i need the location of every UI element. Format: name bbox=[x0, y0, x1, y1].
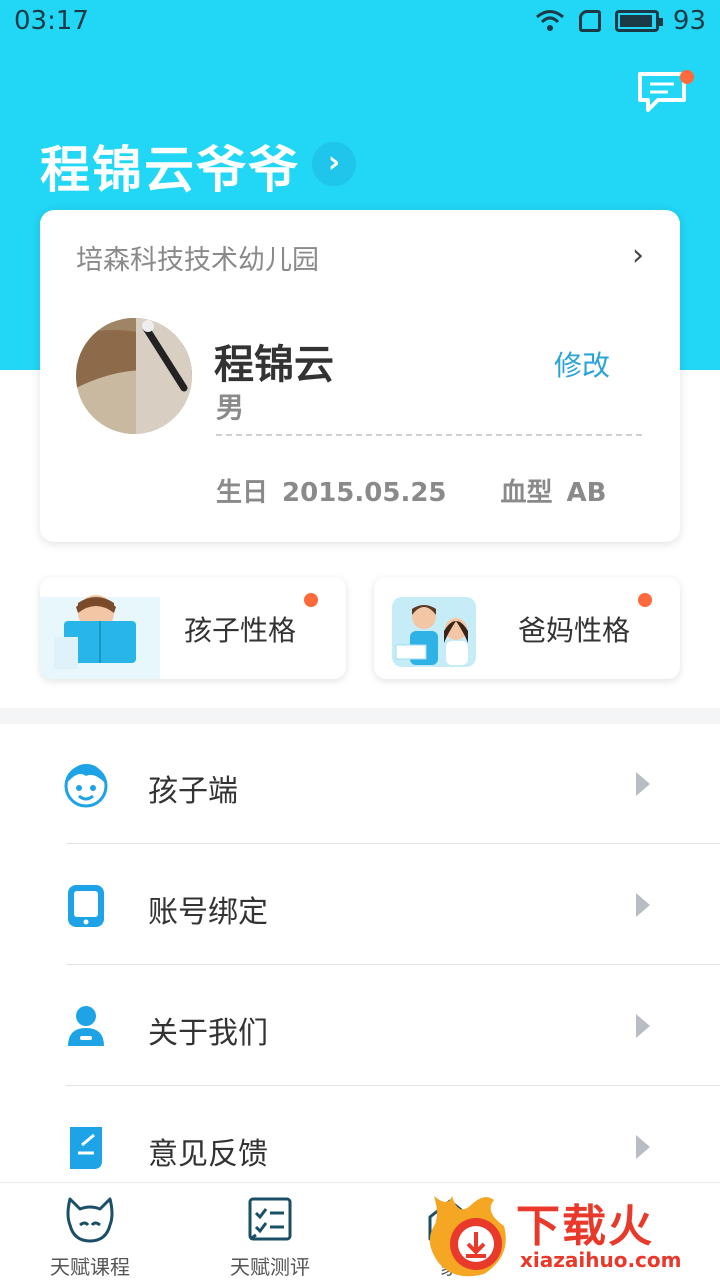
checklist-icon bbox=[248, 1197, 292, 1241]
status-icons: 93 bbox=[535, 6, 706, 36]
menu-label-about-us: 关于我们 bbox=[148, 1016, 268, 1051]
menu-item-about-us[interactable]: 关于我们 bbox=[0, 966, 720, 1086]
status-time: 03:17 bbox=[14, 6, 89, 36]
tab-label-talent-assessment: 天赋测评 bbox=[230, 1255, 310, 1279]
person-icon bbox=[68, 1006, 104, 1046]
menu-label-account-binding: 账号绑定 bbox=[148, 895, 268, 930]
child-gender: 男 bbox=[216, 391, 245, 424]
feedback-icon bbox=[70, 1127, 102, 1169]
school-chevron-icon[interactable]: › bbox=[632, 238, 644, 273]
watermark-text: 下载火 bbox=[516, 1201, 654, 1252]
profile-card: 培森科技技术幼儿园 › 程锦云 男 修改 生日 2015.05.25 血型 AB bbox=[40, 210, 680, 542]
child-personality-label: 孩子性格 bbox=[184, 614, 297, 647]
info-row: 生日 2015.05.25 血型 AB bbox=[216, 472, 606, 509]
birthday-value: 2015.05.25 bbox=[282, 478, 447, 508]
parents-icon bbox=[392, 597, 476, 667]
child-personality-card[interactable]: 孩子性格 bbox=[40, 577, 346, 679]
menu-item-account-binding[interactable]: 账号绑定 bbox=[0, 845, 720, 965]
child-face-icon bbox=[64, 764, 108, 808]
tab-label-talent-course: 天赋课程 bbox=[50, 1255, 130, 1279]
title-arrow-icon[interactable]: › bbox=[312, 142, 356, 186]
tab-talent-course[interactable]: 天赋课程 bbox=[0, 1183, 180, 1280]
message-badge bbox=[680, 70, 694, 84]
child-name: 程锦云 bbox=[214, 342, 334, 388]
parent-personality-badge bbox=[638, 593, 652, 607]
menu-separator bbox=[66, 843, 720, 844]
battery-icon bbox=[614, 10, 663, 32]
child-personality-badge bbox=[304, 593, 318, 607]
menu-label-feedback: 意见反馈 bbox=[148, 1137, 268, 1172]
section-divider bbox=[0, 708, 720, 724]
menu-separator bbox=[66, 964, 720, 965]
cat-face-icon bbox=[66, 1197, 114, 1243]
wifi-icon bbox=[535, 10, 564, 31]
menu-label-child-mode: 孩子端 bbox=[148, 774, 238, 809]
chevron-right-icon bbox=[636, 1014, 650, 1038]
flame-logo-icon bbox=[429, 1196, 506, 1277]
chevron-right-icon bbox=[636, 772, 650, 796]
tab-talent-assessment[interactable]: 天赋测评 bbox=[180, 1183, 360, 1280]
dashed-divider bbox=[216, 434, 642, 436]
menu-separator bbox=[66, 1085, 720, 1086]
edit-button[interactable]: 修改 bbox=[554, 344, 610, 384]
parent-personality-card[interactable]: 爸妈性格 bbox=[374, 577, 680, 679]
watermark-url: xiazaihuo.com bbox=[520, 1248, 682, 1272]
child-reading-icon bbox=[40, 595, 160, 679]
user-title[interactable]: 程锦云爷爷 bbox=[40, 130, 300, 202]
school-name[interactable]: 培森科技技术幼儿园 bbox=[76, 238, 319, 277]
watermark-logo: 下载火 xiazaihuo.com bbox=[424, 1186, 720, 1280]
parent-personality-label: 爸妈性格 bbox=[518, 614, 631, 647]
battery-level: 93 bbox=[672, 6, 706, 36]
phone-icon bbox=[68, 885, 104, 927]
chevron-right-icon bbox=[636, 893, 650, 917]
chevron-right-icon bbox=[636, 1135, 650, 1159]
avatar[interactable] bbox=[76, 318, 192, 434]
status-bar: 03:17 93 bbox=[0, 0, 720, 46]
sim-card-icon bbox=[578, 10, 601, 32]
menu-item-child-mode[interactable]: 孩子端 bbox=[0, 724, 720, 844]
blood-type-value: AB bbox=[566, 478, 607, 508]
birthday-label: 生日 bbox=[216, 478, 269, 508]
blood-type-label: 血型 bbox=[500, 478, 553, 508]
